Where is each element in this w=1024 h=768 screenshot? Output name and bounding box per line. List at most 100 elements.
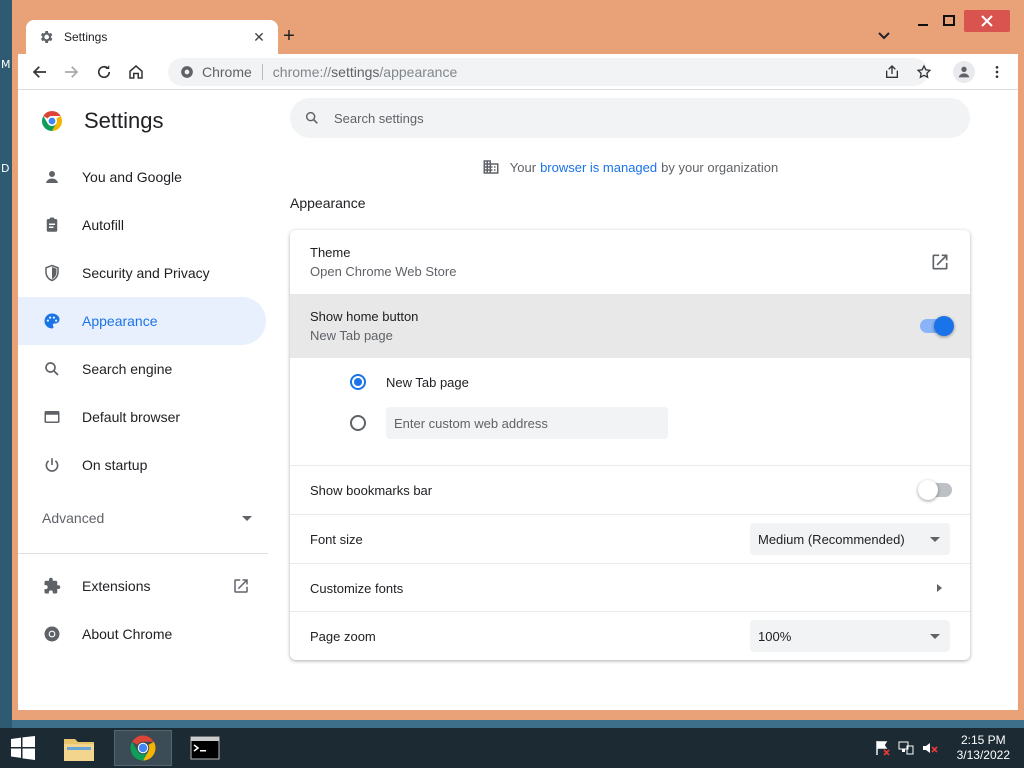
address-bar[interactable]: Chrome chrome:// settings /appearance — [168, 58, 928, 86]
omnibox-divider — [261, 64, 263, 80]
bookmarks-bar-toggle[interactable] — [918, 480, 952, 500]
sidebar-item-appearance[interactable]: Appearance — [18, 297, 266, 345]
bookmarks-bar-label: Show bookmarks bar — [310, 482, 433, 498]
menu-button[interactable] — [986, 61, 1008, 83]
back-button[interactable] — [29, 61, 51, 83]
new-tab-button[interactable]: + — [276, 24, 302, 50]
sidebar-item-extensions[interactable]: Extensions — [18, 562, 266, 610]
sidebar-item-label: Default browser — [82, 409, 181, 425]
start-button[interactable] — [0, 730, 46, 766]
tab-settings[interactable]: Settings ✕ — [26, 20, 278, 54]
terminal-taskbar-button[interactable] — [176, 730, 234, 766]
settings-page: Settings You and Google Autofill Securit… — [18, 90, 1018, 710]
desktop-background: M D — [0, 0, 12, 728]
radio-new-tab-label: New Tab page — [386, 374, 469, 390]
palette-icon — [42, 311, 62, 331]
sidebar-item-you-and-google[interactable]: You and Google — [18, 153, 266, 201]
person-icon — [42, 167, 62, 187]
home-button-sub: New Tab page — [310, 328, 393, 343]
clipboard-icon — [42, 215, 62, 235]
radio-new-tab-page[interactable] — [350, 374, 366, 390]
sidebar-item-label: Security and Privacy — [82, 265, 210, 281]
font-size-value: Medium (Recommended) — [758, 531, 905, 547]
managed-notice: Your browser is managed by your organiza… — [290, 158, 970, 176]
desktop-icon-label: M — [1, 58, 11, 71]
action-center-flag-icon[interactable] — [874, 740, 890, 756]
reload-button[interactable] — [93, 61, 115, 83]
profile-icon — [958, 66, 970, 78]
custom-web-address-input[interactable] — [386, 407, 668, 439]
font-size-select[interactable]: Medium (Recommended) — [750, 523, 950, 555]
home-button[interactable] — [125, 61, 147, 83]
customize-fonts-row[interactable]: Customize fonts — [290, 564, 970, 612]
sidebar-item-label: Appearance — [82, 313, 158, 329]
profile-button[interactable] — [953, 61, 975, 83]
caret-down-icon — [930, 633, 940, 639]
open-in-new-icon[interactable] — [930, 252, 950, 272]
browser-window: Settings ✕ + Chrome chrome:// settings /… — [12, 0, 1024, 720]
radio-custom-web-address[interactable] — [350, 415, 366, 431]
tab-close-icon[interactable]: ✕ — [250, 29, 268, 46]
share-button[interactable] — [881, 61, 903, 83]
bookmarks-bar-row[interactable]: Show bookmarks bar — [290, 466, 970, 514]
page-zoom-label: Page zoom — [310, 628, 376, 644]
forward-arrow-icon — [65, 66, 79, 78]
power-icon — [42, 455, 62, 475]
sidebar-item-label: On startup — [82, 457, 148, 473]
sidebar-item-about-chrome[interactable]: About Chrome — [18, 610, 266, 658]
page-title: Settings — [84, 108, 164, 133]
section-title: Appearance — [290, 195, 366, 211]
search-placeholder: Search settings — [334, 110, 424, 126]
home-button-row[interactable]: Show home button New Tab page — [290, 294, 970, 358]
sidebar-item-label: Autofill — [82, 217, 125, 233]
radio-new-tab[interactable]: New Tab page — [290, 366, 970, 398]
managed-link[interactable]: browser is managed — [540, 160, 657, 175]
caret-down-icon — [930, 536, 940, 542]
search-input[interactable]: Search settings — [290, 98, 970, 138]
kebab-menu-icon — [995, 66, 999, 78]
toggle-knob — [918, 480, 938, 500]
sidebar-item-label: Search engine — [82, 361, 173, 377]
folder-icon — [64, 739, 94, 761]
sidebar-item-default-browser[interactable]: Default browser — [18, 393, 266, 441]
minimize-icon — [918, 24, 928, 26]
url-scheme: chrome:// — [272, 64, 332, 80]
maximize-icon — [943, 15, 955, 26]
url-host: settings — [331, 64, 380, 80]
radio-custom-address[interactable] — [290, 406, 970, 440]
volume-muted-icon[interactable] — [922, 740, 938, 756]
shield-icon — [42, 263, 62, 283]
advanced-label: Advanced — [42, 510, 105, 526]
home-button-toggle[interactable] — [920, 316, 954, 336]
chrome-site-icon — [181, 66, 193, 78]
star-icon — [916, 64, 932, 79]
page-zoom-select[interactable]: 100% — [750, 620, 950, 652]
sidebar-divider — [18, 553, 268, 554]
file-explorer-taskbar-button[interactable] — [50, 730, 108, 766]
terminal-icon — [190, 736, 220, 760]
advanced-expander[interactable]: Advanced — [42, 510, 252, 526]
url-text: chrome:// settings /appearance — [273, 64, 457, 80]
theme-row[interactable]: Theme Open Chrome Web Store — [290, 230, 970, 294]
chrome-logo-icon — [130, 735, 156, 761]
chrome-taskbar-button[interactable] — [114, 730, 172, 766]
font-size-label: Font size — [310, 531, 363, 547]
maximize-button[interactable] — [934, 10, 964, 32]
tab-title: Settings — [64, 30, 108, 44]
settings-header: Settings — [40, 108, 164, 134]
sidebar-item-autofill[interactable]: Autofill — [18, 201, 266, 249]
chevron-down-icon[interactable] — [874, 28, 894, 44]
title-bar: Settings ✕ + — [12, 0, 1024, 54]
sidebar-item-label: Extensions — [82, 578, 151, 594]
sidebar-item-on-startup[interactable]: On startup — [18, 441, 266, 489]
sidebar-item-security-and-privacy[interactable]: Security and Privacy — [18, 249, 266, 297]
managed-prefix: Your — [509, 159, 537, 175]
search-icon — [305, 111, 318, 124]
system-clock[interactable]: 2:15 PM 3/13/2022 — [957, 733, 1010, 763]
bookmark-star-button[interactable] — [913, 61, 935, 83]
sidebar-item-search-engine[interactable]: Search engine — [18, 345, 266, 393]
caret-right-icon — [937, 584, 942, 592]
window-close-button[interactable] — [964, 10, 1010, 32]
network-icon[interactable] — [898, 740, 914, 756]
forward-button[interactable] — [60, 61, 82, 83]
